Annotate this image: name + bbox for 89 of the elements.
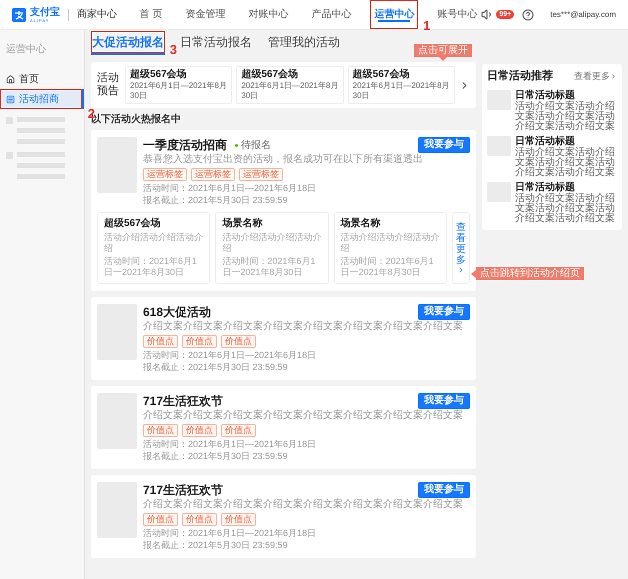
- activity-time: 活动时间：2021年6月1日—2021年6月18日: [143, 350, 318, 361]
- venue-time: 活动时间：2021年6月1日一2021年8月30日: [340, 256, 435, 278]
- join-button[interactable]: 我要参与: [418, 304, 470, 320]
- recommend-title: 日常活动标题: [515, 182, 576, 192]
- recommend-item[interactable]: 日常活动标题 活动介绍文案活动介绍文案活动介绍文案活动介绍文案活动介绍文案: [487, 90, 617, 132]
- signup-deadline: 报名截止：2021年5月30日 23:59:59: [143, 451, 289, 462]
- help-icon[interactable]: [522, 8, 534, 20]
- join-button[interactable]: 我要参与: [418, 137, 470, 153]
- activity-time: 活动时间：2021年6月1日—2021年6月18日: [143, 183, 318, 194]
- annotation-number: 1: [423, 19, 430, 33]
- brand-name: 支付宝: [30, 6, 60, 18]
- tag: 运营标签: [239, 168, 283, 181]
- tag: 价值点: [182, 424, 217, 437]
- sidebar-title: 运营中心: [5, 42, 47, 57]
- preview-title: 超级567会场: [130, 69, 188, 81]
- preview-item[interactable]: 超级567会场 2021年6月1日—2021年8月30日: [236, 66, 344, 104]
- tag: 运营标签: [191, 168, 235, 181]
- recommend-description: 活动介绍文案活动介绍文案活动介绍文案活动介绍文案活动介绍文案: [515, 102, 616, 132]
- tag: 价值点: [143, 335, 178, 348]
- see-more-link[interactable]: 查看更多: [574, 70, 617, 84]
- product-name: 商家中心: [77, 8, 117, 22]
- sidebar-item[interactable]: 首页: [0, 69, 84, 89]
- recommend-item[interactable]: 日常活动标题 活动介绍文案活动介绍文案活动介绍文案活动介绍文案活动介绍文案: [487, 136, 617, 178]
- signup-deadline: 报名截止：2021年5月30日 23:59:59: [143, 195, 289, 206]
- nav-tab[interactable]: 资金管理: [181, 0, 230, 29]
- recommend-item[interactable]: 日常活动标题 活动介绍文案活动介绍文案活动介绍文案活动介绍文案活动介绍文案: [487, 182, 617, 224]
- recommend-description: 活动介绍文案活动介绍文案活动介绍文案活动介绍文案活动介绍文案: [515, 148, 616, 178]
- activity-time: 活动时间：2021年6月1日—2021年6月18日: [143, 439, 318, 450]
- activity-description: 介绍文案介绍文案介绍文案介绍文案介绍文案介绍文案介绍文案介绍文案: [143, 499, 464, 511]
- preview-dates: 2021年6月1日—2021年8月30日: [352, 81, 450, 101]
- panel-title: 日常活动推荐: [487, 70, 553, 84]
- preview-title: 超级567会场: [241, 69, 300, 81]
- tag: 价值点: [182, 335, 217, 348]
- pointer-icon: [439, 57, 447, 61]
- preview-dates: 2021年6月1日—2021年8月30日: [241, 81, 339, 101]
- activity-title: 717生活狂欢节: [143, 394, 224, 408]
- venue-card[interactable]: 超级567会场 活动介绍活动介绍活动介绍 活动时间：2021年6月1日一2021年8月30日: [97, 212, 210, 284]
- user-email[interactable]: tes***@alipay.com: [550, 8, 616, 20]
- status-label: 待报名: [241, 138, 271, 152]
- tag: 运营标签: [143, 168, 187, 181]
- venue-intro: 活动介绍活动介绍活动介绍: [104, 232, 204, 254]
- signup-deadline: 报名截止：2021年5月30日 23:59:59: [143, 362, 289, 373]
- venue-intro: 活动介绍活动介绍活动介绍: [340, 232, 440, 254]
- nav-tab[interactable]: 账号中心: [433, 0, 482, 29]
- list-icon: [6, 94, 15, 104]
- annotation-frame: [370, 0, 418, 29]
- recommend-description: 活动介绍文案活动介绍文案活动介绍文案活动介绍文案活动介绍文案: [515, 194, 616, 224]
- tag: 价值点: [143, 513, 178, 526]
- join-button[interactable]: 我要参与: [418, 482, 470, 498]
- tag: 价值点: [143, 424, 178, 437]
- activity-time: 活动时间：2021年6月1日—2021年6月18日: [143, 528, 318, 539]
- preview-item[interactable]: 超级567会场 2021年6月1日—2021年8月30日: [125, 66, 232, 104]
- tab[interactable]: 管理我的活动: [267, 31, 341, 55]
- annotation-number: 3: [170, 43, 177, 57]
- home-icon: [6, 74, 15, 84]
- venue-title: 场景名称: [222, 218, 264, 230]
- tag: 价值点: [221, 424, 256, 437]
- activity-title: 717生活狂欢节: [143, 482, 224, 498]
- recommend-title: 日常活动标题: [515, 90, 576, 100]
- recommend-title: 日常活动标题: [515, 136, 576, 146]
- tag: 价值点: [221, 335, 256, 348]
- nav-tab[interactable]: 首 页: [136, 0, 166, 29]
- nav-tab[interactable]: 对账中心: [244, 0, 292, 29]
- activity-title: 618大促活动: [143, 304, 212, 320]
- venue-card[interactable]: 场景名称 活动介绍活动介绍活动介绍 活动时间：2021年6月1日一2021年8月30日: [334, 212, 447, 284]
- preview-title: 超级567会场: [352, 69, 410, 81]
- activity-description: 恭喜您入选支付宝出资的活动，报名成功可在以下所有渠道透出: [143, 154, 424, 166]
- preview-dates: 2021年6月1日—2021年8月30日: [130, 81, 228, 101]
- chevron-right-icon: [610, 73, 617, 80]
- join-button[interactable]: 我要参与: [418, 393, 470, 409]
- nav-tab[interactable]: 产品中心: [307, 0, 356, 29]
- tag: 价值点: [182, 513, 217, 526]
- signup-deadline: 报名截止：2021年5月30日 23:59:59: [143, 540, 289, 551]
- venue-time: 活动时间：2021年6月1日一2021年8月30日: [222, 256, 316, 278]
- pointer-icon: [470, 270, 476, 278]
- callout-label: 点击可展开: [414, 44, 472, 57]
- venue-title: 场景名称: [340, 218, 382, 230]
- tab[interactable]: 日常活动报名: [179, 31, 253, 55]
- activity-description: 介绍文案介绍文案介绍文案介绍文案介绍文案介绍文案介绍文案介绍文案: [143, 410, 464, 422]
- tag: 价值点: [221, 513, 256, 526]
- activity-description: 介绍文案介绍文案介绍文案介绍文案介绍文案介绍文案介绍文案介绍文案: [143, 321, 464, 333]
- activity-title: 一季度活动招商: [143, 138, 227, 152]
- venue-time: 活动时间：2021年6月1日一2021年8月30日: [104, 256, 198, 278]
- venue-title: 超级567会场: [104, 218, 162, 230]
- preview-label: 活动预告: [97, 72, 120, 98]
- venue-card[interactable]: 场景名称 活动介绍活动介绍活动介绍 活动时间：2021年6月1日一2021年8月30日: [215, 212, 329, 284]
- venue-intro: 活动介绍活动介绍活动介绍: [222, 232, 322, 254]
- preview-item[interactable]: 超级567会场 2021年6月1日—2021年8月30日: [348, 66, 455, 104]
- logo-icon: [12, 8, 26, 22]
